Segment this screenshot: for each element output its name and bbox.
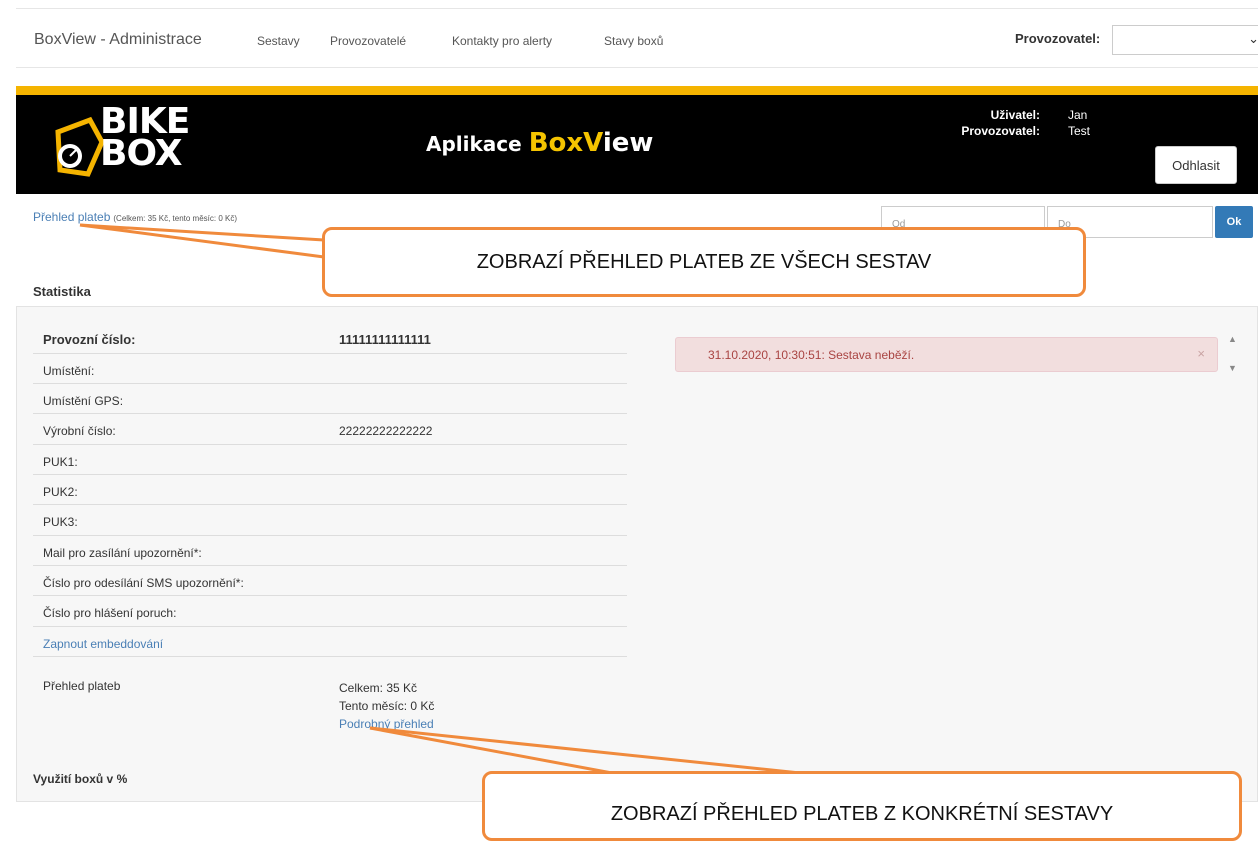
detail-row: Číslo pro hlášení poruch: [33, 595, 627, 627]
nav-link-sestavy[interactable]: Sestavy [257, 34, 300, 48]
payments-detail-link[interactable]: Podrobný přehled [339, 715, 434, 733]
accent-stripe [16, 86, 1258, 95]
scroll-up-icon[interactable]: ▲ [1228, 334, 1237, 344]
scroll-down-icon[interactable]: ▼ [1228, 363, 1237, 373]
detail-row: Umístění: [33, 353, 627, 384]
top-navbar: BoxView - Administrace Sestavy Provozova… [16, 8, 1258, 68]
banner-provider-label: Provozovatel: [961, 124, 1040, 138]
payments-summary-values: Celkem: 35 Kč Tento měsíc: 0 Kč Podrobný… [339, 679, 434, 733]
provider-select[interactable]: ⌄ [1112, 25, 1258, 55]
detail-row: PUK1: [33, 444, 627, 475]
ok-button[interactable]: Ok [1215, 206, 1253, 238]
user-value: Jan [1068, 108, 1088, 122]
payments-summary: (Celkem: 35 Kč, tento měsíc: 0 Kč) [113, 214, 237, 223]
statistics-heading: Statistika [33, 284, 91, 299]
detail-row: Zapnout embeddování [33, 626, 627, 657]
detail-row: Mail pro zasílání upozornění*: [33, 535, 627, 566]
detail-row: Číslo pro odesílání SMS upozornění*: [33, 565, 627, 596]
banner-provider-value: Test [1068, 124, 1091, 138]
detail-row: Provozní číslo: 11111111111111 [33, 322, 627, 354]
detail-row: Výrobní číslo: 22222222222222 [33, 413, 627, 445]
chevron-down-icon: ⌄ [1248, 31, 1258, 46]
header-banner: BIKE BOX Aplikace BoxView Uživatel: Jan … [16, 86, 1258, 194]
detail-row: PUK3: [33, 504, 627, 536]
brand-link[interactable]: BoxView - Administrace [34, 31, 202, 49]
provider-label: Provozovatel: [1015, 31, 1101, 46]
alert-message: 31.10.2020, 10:30:51: Sestava neběží. × [675, 337, 1218, 372]
nav-link-kontakty[interactable]: Kontakty pro alerty [452, 34, 552, 48]
detail-row: Umístění GPS: [33, 383, 627, 414]
annotation-callout-bottom: ZOBRAZÍ PŘEHLED PLATEB Z KONKRÉTNÍ SESTA… [482, 771, 1242, 841]
detail-row: PUK2: [33, 474, 627, 505]
nav-link-provozovatele[interactable]: Provozovatelé [330, 34, 406, 48]
nav-link-stavy-boxu[interactable]: Stavy boxů [604, 34, 663, 48]
logout-button[interactable]: Odhlasit [1155, 146, 1237, 184]
close-icon[interactable]: × [1197, 346, 1205, 361]
alert-text: 31.10.2020, 10:30:51: Sestava neběží. [708, 348, 915, 362]
payments-month: Tento měsíc: 0 Kč [339, 699, 435, 713]
payments-total: Celkem: 35 Kč [339, 681, 418, 695]
enable-embedding-link[interactable]: Zapnout embeddování [43, 637, 163, 651]
user-label: Uživatel: [990, 108, 1040, 122]
payments-overview-link[interactable]: Přehled plateb (Celkem: 35 Kč, tento měsí… [33, 210, 237, 224]
app-title: Aplikace BoxView [426, 128, 654, 158]
annotation-callout-top: ZOBRAZÍ PŘEHLED PLATEB ZE VŠECH SESTAV [322, 227, 1086, 297]
payments-row-label: Přehled plateb [43, 679, 121, 693]
box-usage-heading: Využití boxů v % [33, 772, 128, 786]
bikebox-logo-text: BIKE BOX [100, 101, 190, 174]
